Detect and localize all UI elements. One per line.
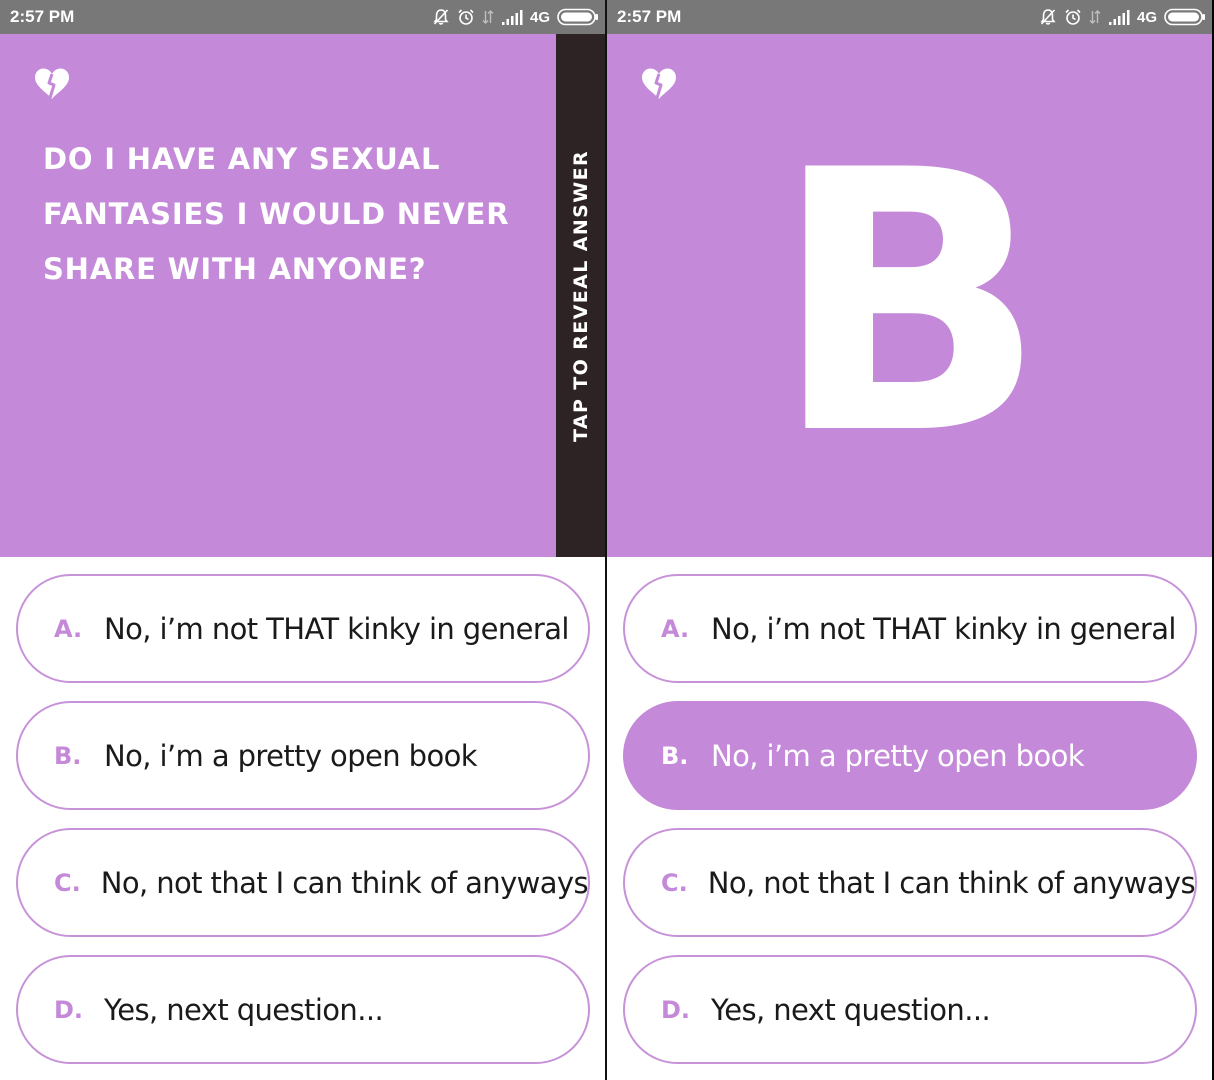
question-card[interactable]: Do I have any sexual fantasies I would n…: [0, 34, 605, 557]
option-b-selected[interactable]: B. No, i’m a pretty open book: [623, 701, 1197, 810]
status-bar: 2:57 PM 4G: [0, 0, 605, 34]
signal-icon: [501, 9, 523, 25]
data-transfer-icon: [482, 10, 494, 24]
answer-screen: 2:57 PM 4G B A. No, i’m not THAT kinky i…: [607, 0, 1212, 1080]
answer-card[interactable]: B: [607, 34, 1212, 557]
bell-off-icon: [1040, 9, 1056, 25]
option-text: No, i’m not THAT kinky in general: [711, 611, 1176, 646]
heart-icon: [642, 68, 676, 99]
option-letter: C.: [661, 868, 688, 897]
option-text: No, not that I can think of anyways: [100, 865, 589, 900]
option-letter: B.: [54, 741, 82, 770]
battery-icon: [1164, 8, 1205, 26]
option-text: Yes, next question...: [711, 992, 991, 1027]
alarm-icon: [458, 9, 474, 25]
option-c[interactable]: C. No, not that I can think of anyways: [623, 828, 1197, 937]
option-letter: B.: [661, 741, 689, 770]
alarm-icon: [1065, 9, 1081, 25]
network-type: 4G: [1136, 8, 1157, 26]
reveal-answer-label: TAP TO REVEAL ANSWER: [569, 149, 592, 442]
option-text: No, not that I can think of anyways: [707, 865, 1196, 900]
question-text: Do I have any sexual fantasies I would n…: [43, 142, 510, 286]
option-letter: A.: [54, 614, 83, 643]
heart-icon: [35, 68, 69, 99]
bell-off-icon: [433, 9, 449, 25]
status-time: 2:57 PM: [10, 7, 75, 26]
question-screen: 2:57 PM 4G Do I have any sexual fantasie…: [0, 0, 605, 1080]
status-time: 2:57 PM: [617, 7, 682, 26]
option-a[interactable]: A. No, i’m not THAT kinky in general: [623, 574, 1197, 683]
option-c[interactable]: C. No, not that I can think of anyways: [16, 828, 590, 937]
option-b[interactable]: B. No, i’m a pretty open book: [16, 701, 590, 810]
battery-icon: [557, 8, 598, 26]
option-d[interactable]: D. Yes, next question...: [623, 955, 1197, 1064]
option-letter: A.: [661, 614, 690, 643]
option-text: No, i’m not THAT kinky in general: [104, 611, 569, 646]
screenshot-pair: 2:57 PM 4G Do I have any sexual fantasie…: [0, 0, 1214, 1080]
data-transfer-icon: [1089, 10, 1101, 24]
option-letter: D.: [661, 995, 691, 1024]
option-text: Yes, next question...: [104, 992, 384, 1027]
option-letter: D.: [54, 995, 84, 1024]
option-text: No, i’m a pretty open book: [711, 738, 1085, 773]
option-letter: C.: [54, 868, 81, 897]
revealed-answer-letter: B: [772, 94, 1047, 513]
status-bar: 2:57 PM 4G: [607, 0, 1212, 34]
option-d[interactable]: D. Yes, next question...: [16, 955, 590, 1064]
option-a[interactable]: A. No, i’m not THAT kinky in general: [16, 574, 590, 683]
reveal-answer-button[interactable]: TAP TO REVEAL ANSWER: [556, 34, 605, 557]
signal-icon: [1108, 9, 1130, 25]
option-text: No, i’m a pretty open book: [104, 738, 478, 773]
network-type: 4G: [529, 8, 550, 26]
